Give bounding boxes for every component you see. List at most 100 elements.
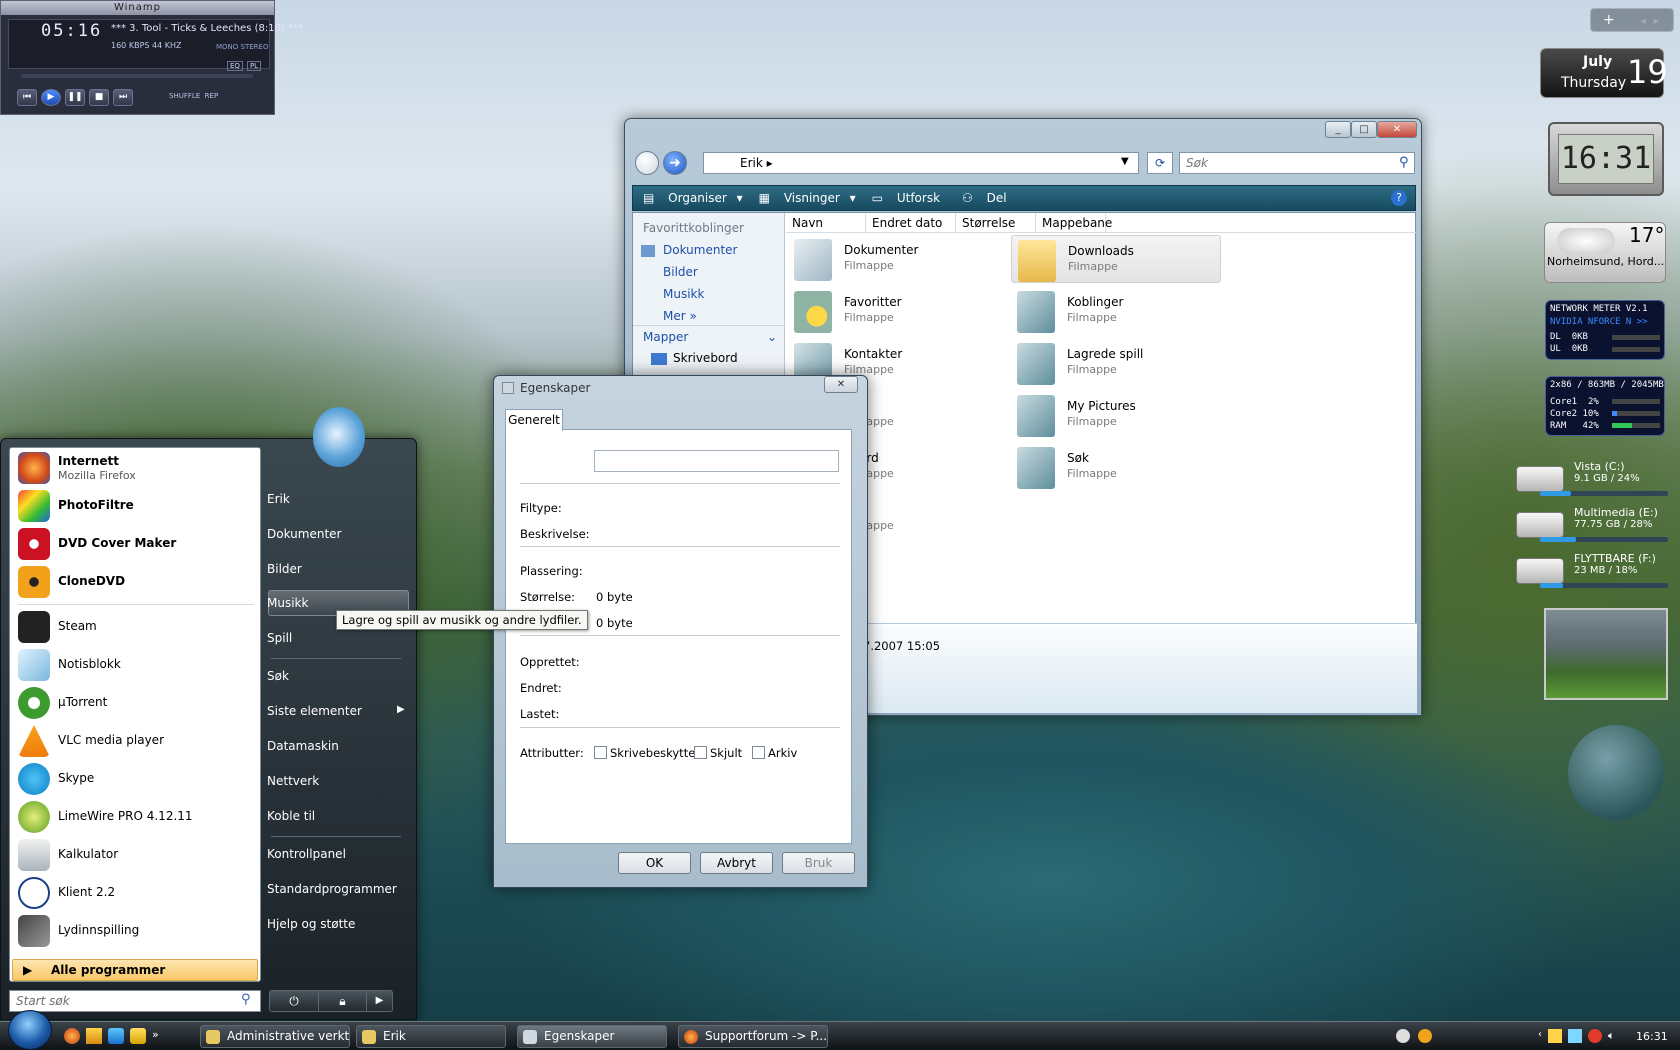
- share-button[interactable]: ⚇ Del: [962, 191, 1013, 205]
- pinned-item-dvd-cover-maker[interactable]: DVD Cover Maker: [14, 526, 258, 562]
- winamp-player[interactable]: Winamp 05:16 *** 3. Tool - Ticks & Leech…: [0, 0, 303, 115]
- start-link-games[interactable]: Spill: [267, 631, 292, 645]
- recent-item-vlc[interactable]: VLC media player: [14, 723, 258, 759]
- network-icon[interactable]: [1568, 1029, 1582, 1043]
- outlook-icon[interactable]: [130, 1028, 146, 1044]
- minimize-button[interactable]: _: [1325, 121, 1351, 138]
- list-item[interactable]: Downloads Filmappe: [1011, 235, 1221, 283]
- close-button[interactable]: ✕: [824, 376, 858, 393]
- recent-item-utorrent[interactable]: µTorrent: [14, 685, 258, 721]
- recent-item-notepad[interactable]: Notisblokk: [14, 647, 258, 683]
- explore-button[interactable]: ▭ Utforsk: [872, 191, 946, 205]
- pinned-item-photofiltre[interactable]: PhotoFiltre: [14, 488, 258, 524]
- start-link-erik[interactable]: Erik: [267, 492, 290, 506]
- more-quick-launch-icon[interactable]: »: [152, 1028, 159, 1044]
- tray-icon[interactable]: [1418, 1029, 1432, 1043]
- previous-button[interactable]: ⏮: [17, 89, 37, 106]
- system-monitor-gadget[interactable]: 2x86 / 863MB / 2045MB Core1 2% Core2 10%…: [1545, 376, 1665, 436]
- taskbar-clock[interactable]: 16:31: [1636, 1030, 1668, 1043]
- name-field[interactable]: [594, 450, 839, 472]
- start-button[interactable]: [8, 1010, 52, 1050]
- playlist-toggle[interactable]: PL: [246, 61, 262, 71]
- views-button[interactable]: ▦ Visninger ▾: [759, 191, 856, 205]
- start-link-music[interactable]: Musikk: [267, 596, 308, 610]
- shutdown-options-icon[interactable]: ▶: [366, 991, 392, 1011]
- all-programs-button[interactable]: ▶ Alle programmer: [12, 959, 258, 981]
- start-link-documents[interactable]: Dokumenter: [267, 527, 341, 541]
- column-size[interactable]: Størrelse: [956, 213, 1036, 232]
- properties-dialog[interactable]: Egenskaper ✕ Generelt Filtype: Beskrivel…: [493, 375, 868, 888]
- pinned-item-firefox[interactable]: Internett Mozilla Firefox: [14, 450, 258, 486]
- recent-item-calculator[interactable]: Kalkulator: [14, 837, 258, 873]
- drive-gadget-e[interactable]: Multimedia (E:) 77.75 GB / 28%: [1516, 506, 1668, 550]
- equalizer-toggle[interactable]: EQ: [227, 61, 243, 71]
- taskbar-button-erik[interactable]: Erik: [356, 1025, 506, 1048]
- ok-button[interactable]: OK: [618, 852, 691, 874]
- start-link-connect-to[interactable]: Koble til: [267, 809, 315, 823]
- slideshow-gadget[interactable]: [1544, 608, 1668, 700]
- tray-icon[interactable]: [1396, 1029, 1410, 1043]
- drive-gadget-f[interactable]: FLYTTBARE (F:) 23 MB / 18%: [1516, 552, 1668, 596]
- power-icon[interactable]: ⏻: [270, 991, 318, 1011]
- drive-gadget-c[interactable]: Vista (C:) 9.1 GB / 24%: [1516, 460, 1668, 504]
- recent-item-sound-recorder[interactable]: Lydinnspilling: [14, 913, 258, 949]
- add-gadget-icon[interactable]: +: [1603, 12, 1615, 28]
- apply-button[interactable]: Bruk: [782, 852, 855, 874]
- start-search-input[interactable]: Start søk: [9, 990, 261, 1012]
- list-item[interactable]: Dokumenter Filmappe: [788, 235, 998, 283]
- list-item[interactable]: Favoritter Filmappe: [788, 287, 998, 335]
- readonly-checkbox[interactable]: Skrivebeskyttet: [594, 746, 700, 760]
- start-link-computer[interactable]: Datamaskin: [267, 739, 339, 753]
- nav-link-pictures[interactable]: Bilder: [663, 265, 698, 279]
- weather-gadget[interactable]: 17° Norheimsund, Hord...: [1544, 222, 1666, 283]
- repeat-toggle[interactable]: REP: [205, 92, 219, 100]
- tab-general[interactable]: Generelt: [505, 409, 563, 431]
- folders-header[interactable]: Mapper ⌄: [633, 325, 785, 345]
- archive-checkbox[interactable]: Arkiv: [752, 746, 797, 760]
- start-link-default-programs[interactable]: Standardprogrammer: [267, 882, 397, 896]
- next-button[interactable]: ⏭: [113, 89, 133, 106]
- organize-button[interactable]: ▤ Organiser ▾: [643, 191, 743, 205]
- recent-item-limewire[interactable]: LimeWire PRO 4.12.11: [14, 799, 258, 835]
- back-button[interactable]: [635, 151, 659, 175]
- nav-link-more[interactable]: Mer »: [663, 309, 697, 323]
- list-item[interactable]: Søk Filmappe: [1011, 443, 1221, 491]
- address-dropdown-icon[interactable]: ▼: [1121, 156, 1129, 167]
- taskbar-button-properties[interactable]: Egenskaper: [517, 1025, 667, 1048]
- recent-item-steam[interactable]: Steam: [14, 609, 258, 645]
- volume-icon[interactable]: 🔈︎: [1608, 1029, 1615, 1043]
- refresh-icon[interactable]: ⟳: [1147, 152, 1173, 174]
- messenger-icon[interactable]: [108, 1028, 124, 1044]
- column-name[interactable]: Navn: [786, 213, 866, 232]
- pause-button[interactable]: ❚❚: [65, 89, 85, 106]
- tray-icon[interactable]: [1548, 1029, 1562, 1043]
- search-icon[interactable]: ⚲: [1399, 155, 1409, 170]
- shuffle-toggle[interactable]: SHUFFLE: [169, 92, 200, 100]
- expand-tray-icon[interactable]: ‹: [1538, 1029, 1542, 1043]
- security-icon[interactable]: [1588, 1029, 1602, 1043]
- hidden-checkbox[interactable]: Skjult: [694, 746, 742, 760]
- sidebar-next-icon[interactable]: ▸: [1654, 16, 1659, 27]
- search-icon[interactable]: ⚲: [241, 992, 251, 1007]
- nav-link-music[interactable]: Musikk: [663, 287, 704, 301]
- start-link-network[interactable]: Nettverk: [267, 774, 319, 788]
- clock-gadget[interactable]: 16:31: [1548, 122, 1664, 196]
- list-item[interactable]: My Pictures Filmappe: [1011, 391, 1221, 439]
- seek-bar[interactable]: [21, 74, 253, 78]
- list-item[interactable]: Koblinger Filmappe: [1011, 287, 1221, 335]
- start-link-pictures[interactable]: Bilder: [267, 562, 302, 576]
- start-link-recent-items[interactable]: Siste elementer: [267, 704, 362, 718]
- list-item[interactable]: Lagrede spill Filmappe: [1011, 339, 1221, 387]
- taskbar-button-admin-tools[interactable]: Administrative verkt...: [200, 1025, 350, 1048]
- forward-button[interactable]: ➜: [663, 151, 687, 175]
- recent-item-klient[interactable]: Klient 2.2: [14, 875, 258, 911]
- pinned-item-clonedvd[interactable]: CloneDVD: [14, 564, 258, 600]
- winamp-icon[interactable]: [86, 1028, 102, 1044]
- network-meter-gadget[interactable]: NETWORK METER V2.1 NVIDIA NFORCE N >> DL…: [1545, 300, 1665, 360]
- cancel-button[interactable]: Avbryt: [700, 852, 773, 874]
- close-button[interactable]: ✕: [1377, 121, 1417, 138]
- nav-link-documents[interactable]: Dokumenter: [663, 243, 737, 257]
- recent-item-skype[interactable]: Skype: [14, 761, 258, 797]
- lock-icon[interactable]: 🔒︎: [318, 991, 366, 1011]
- column-date[interactable]: Endret dato: [866, 213, 956, 232]
